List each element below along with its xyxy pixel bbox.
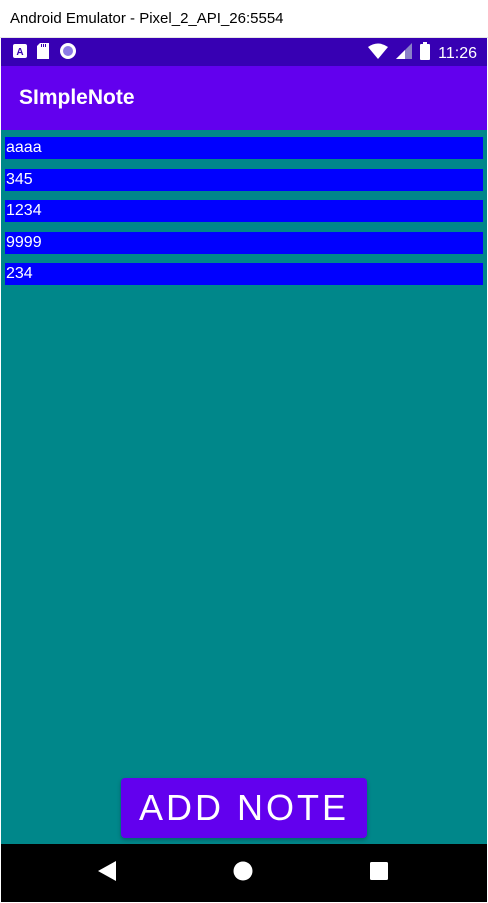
note-item[interactable]: 234 — [5, 263, 483, 285]
device-screen: A 11:26 SImpleNote aaaa 345 1234 9999 23… — [1, 38, 487, 902]
a-app-icon: A — [13, 44, 27, 63]
recents-icon — [370, 861, 388, 885]
note-item[interactable]: 1234 — [5, 200, 483, 222]
window-title-bar: Android Emulator - Pixel_2_API_26:5554 — [0, 0, 488, 38]
sd-card-icon — [37, 43, 49, 64]
battery-icon — [420, 42, 431, 65]
note-item[interactable]: 9999 — [5, 231, 483, 254]
note-item[interactable]: aaaa — [5, 137, 483, 159]
status-time: 11:26 — [438, 44, 477, 62]
recents-button[interactable] — [349, 844, 409, 902]
circle-record-icon — [59, 42, 77, 65]
navigation-bar — [1, 844, 487, 902]
add-note-button[interactable]: ADD NOTE — [121, 778, 367, 838]
wifi-icon — [368, 43, 389, 64]
home-button[interactable] — [213, 844, 273, 902]
signal-icon — [396, 43, 413, 64]
window-title: Android Emulator - Pixel_2_API_26:5554 — [10, 10, 284, 27]
home-icon — [233, 861, 253, 886]
app-title: SImpleNote — [19, 86, 135, 109]
note-list: aaaa 345 1234 9999 234 — [5, 137, 483, 295]
back-button[interactable] — [77, 844, 137, 902]
app-bar: SImpleNote — [1, 66, 487, 130]
status-bar: A 11:26 — [1, 38, 487, 66]
back-icon — [98, 860, 116, 886]
note-item[interactable]: 345 — [5, 168, 483, 191]
svg-text:A: A — [16, 47, 23, 58]
